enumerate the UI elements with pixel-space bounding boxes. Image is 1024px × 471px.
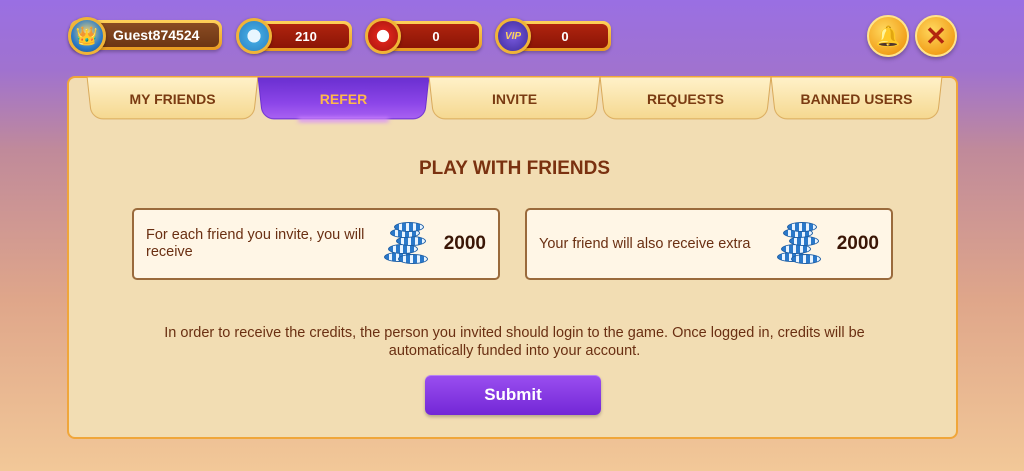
notifications-button[interactable]: 🔔 (867, 15, 909, 57)
tab-my-friends[interactable]: MY FRIENDS (87, 78, 258, 120)
friends-panel: MY FRIENDS REFER INVITE REQUESTS BANNED … (67, 76, 958, 439)
blue-chip-icon (236, 18, 272, 54)
tab-requests[interactable]: REQUESTS (600, 78, 771, 120)
reward-amount: 2000 (443, 233, 486, 254)
info-note: In order to receive the credits, the per… (164, 325, 865, 359)
close-button[interactable]: ✕ (915, 15, 957, 57)
chip-stack-icon (773, 222, 821, 266)
tab-bar: MY FRIENDS REFER INVITE REQUESTS BANNED … (87, 78, 942, 120)
reward-card-friend: Your friend will also receive extra 2000 (525, 208, 893, 280)
crown-icon: 👑 (75, 25, 99, 46)
close-icon: ✕ (925, 20, 947, 51)
reward-description: Your friend will also receive extra (539, 235, 751, 252)
page-title: PLAY WITH FRIENDS (418, 158, 611, 179)
avatar[interactable]: 👑 (68, 17, 106, 55)
reward-description: For each friend you invite, you will rec… (146, 227, 365, 260)
vip-icon: VIP (495, 18, 531, 54)
tab-banned-users[interactable]: BANNED USERS (771, 78, 942, 120)
submit-button[interactable]: Submit (425, 375, 601, 415)
top-bar: Guest874524 👑 210 0 0 VIP 🔔 ✕ (0, 0, 1024, 72)
tab-invite[interactable]: INVITE (429, 78, 600, 120)
reward-amount: 2000 (836, 233, 879, 254)
reward-card-inviter: For each friend you invite, you will rec… (132, 208, 500, 280)
bell-icon: 🔔 (875, 25, 901, 48)
chip-stack-icon (380, 222, 428, 266)
tab-refer[interactable]: REFER (258, 78, 429, 120)
poker-chip-icon (365, 18, 401, 54)
